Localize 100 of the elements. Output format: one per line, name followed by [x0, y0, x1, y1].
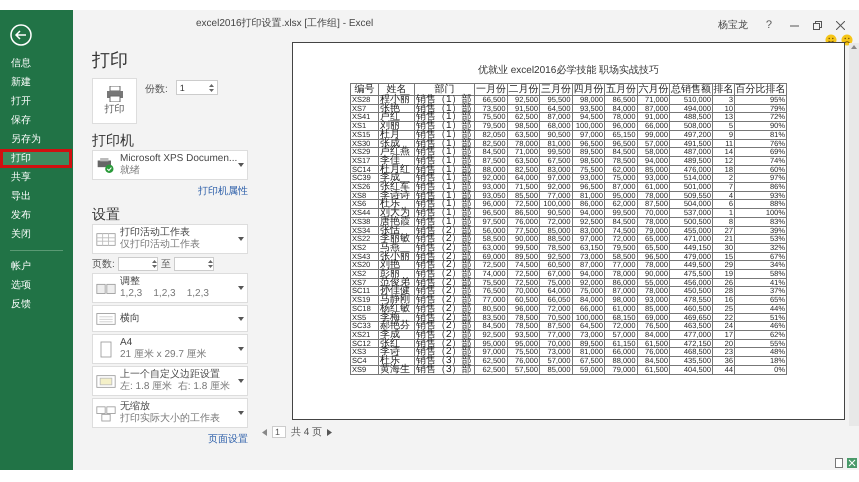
sidebar-item[interactable]: 共享	[0, 168, 73, 187]
sidebar-item[interactable]: 新建	[0, 73, 73, 92]
caret-icon	[238, 163, 244, 167]
setting-dropdown[interactable]: 无缩放 打印实际大小的工作表	[92, 398, 248, 428]
page-count: 共 4 页	[291, 426, 322, 439]
help-button[interactable]: ?	[762, 19, 776, 31]
sidebar-item[interactable]: 保存	[0, 111, 73, 130]
column-header: 一月份	[474, 84, 507, 96]
column-header: 编号	[350, 84, 378, 96]
window-title: excel2016打印设置.xlsx [工作组] - Excel	[196, 16, 374, 30]
page-from-field[interactable]	[118, 257, 158, 271]
table-cell: 张小丽	[378, 252, 414, 261]
setting-subtitle: 左: 1.8 厘米 右: 1.8 厘米	[120, 381, 232, 393]
column-header: 排名	[712, 84, 734, 96]
table-cell: 销售（1）部	[414, 217, 474, 226]
table-cell: 销售（1）部	[414, 174, 474, 183]
table-cell: 销售（2）部	[414, 278, 474, 287]
table-cell: 杜月红	[378, 165, 414, 174]
zoom-to-page-icon[interactable]	[847, 458, 857, 468]
sidebar-item[interactable]: 打开	[0, 92, 73, 111]
table-cell: 杨红敏	[378, 304, 414, 314]
sidebar-item[interactable]: 打印	[0, 149, 72, 168]
table-cell: 销售（1）部	[414, 112, 474, 122]
sidebar-item[interactable]: 关闭	[0, 225, 73, 244]
page-to-field[interactable]	[174, 257, 214, 271]
copies-label: 份数:	[145, 83, 168, 97]
print-button[interactable]: 打印	[92, 78, 137, 124]
setting-title: 横向	[120, 312, 141, 324]
setting-subtitle: 21 厘米 x 29.7 厘米	[120, 349, 208, 361]
landscape-page-icon	[96, 310, 116, 327]
table-cell: 唐艳霞	[378, 217, 414, 226]
user-name[interactable]: 杨宝龙	[718, 18, 748, 32]
sidebar-item[interactable]: 发布	[0, 206, 73, 225]
table-cell: 销售（1）部	[414, 130, 474, 140]
table-cell: 销售（1）部	[414, 200, 474, 209]
to-label: 至	[160, 258, 171, 271]
printer-properties-link[interactable]: 打印机属性	[198, 184, 248, 198]
table-cell: 销售（1）部	[414, 191, 474, 200]
column-header: 三月份	[540, 84, 572, 96]
sidebar-item[interactable]: 导出	[0, 187, 73, 206]
page-number-field[interactable]: 1	[272, 426, 286, 438]
table-cell: 销售（1）部	[414, 208, 474, 218]
table-cell: 销售（2）部	[414, 304, 474, 314]
column-header: 四月份	[572, 84, 604, 96]
table-cell: 销售（2）部	[414, 226, 474, 235]
table-cell: 卢红	[378, 112, 414, 122]
close-icon[interactable]	[836, 20, 845, 30]
sidebar-item[interactable]: 信息	[0, 54, 73, 73]
printer-heading: 打印机	[92, 132, 135, 148]
table-cell: 销售（1）部	[414, 148, 474, 156]
setting-dropdown[interactable]: 调整 1,2,3 1,2,3 1,2,3	[92, 273, 248, 303]
restore-icon[interactable]	[813, 20, 822, 30]
setting-dropdown[interactable]: 横向	[92, 305, 248, 332]
spinner-icon	[152, 259, 157, 269]
sidebar-item[interactable]: 帐户	[0, 257, 73, 276]
table-cell: 范俊弟	[378, 278, 414, 287]
table-cell: 李成	[378, 330, 414, 340]
table-cell: 销售（1）部	[414, 139, 474, 148]
table-cell: 销售（1）部	[414, 122, 474, 130]
table-cell: 杜乐	[378, 356, 414, 366]
setting-subtitle: 1,2,3 1,2,3 1,2,3	[120, 288, 210, 300]
setting-subtitle: 打印实际大小的工作表	[120, 413, 221, 425]
copies-field[interactable]: 1	[176, 80, 218, 95]
sheet-icon	[96, 230, 116, 248]
caret-icon	[238, 411, 244, 415]
sidebar-item[interactable]: 另存为	[0, 130, 73, 149]
setting-title: 调整	[120, 276, 141, 288]
table-cell: 刘艳	[378, 260, 414, 270]
setting-title: 上一个自定义边距设置	[120, 369, 221, 380]
spinner-icon	[208, 259, 213, 269]
column-header: 六月份	[637, 84, 670, 96]
show-margins-icon[interactable]	[834, 458, 844, 468]
setting-dropdown[interactable]: 上一个自定义边距设置 左: 1.8 厘米 右: 1.8 厘米	[92, 366, 248, 396]
table-cell: 销售（2）部	[414, 296, 474, 304]
setting-dropdown[interactable]: 打印活动工作表 仅打印活动工作表	[92, 224, 248, 254]
caret-icon	[238, 237, 244, 241]
column-header: 五月份	[604, 84, 637, 96]
table-cell: 销售（1）部	[414, 156, 474, 166]
setting-title: 打印活动工作表	[120, 227, 191, 238]
pages-label: 页数:	[92, 258, 115, 271]
previous-page-icon[interactable]	[262, 428, 267, 436]
sidebar-item[interactable]: 反馈	[0, 295, 73, 314]
caret-icon	[238, 347, 244, 351]
printer-dropdown[interactable]: Microsoft XPS Documen... 就绪	[92, 150, 248, 180]
table-cell: 刘大为	[378, 208, 414, 218]
caret-icon	[238, 286, 244, 290]
sidebar-item[interactable]: 选项	[0, 276, 73, 295]
table-cell: 程小丽	[378, 96, 414, 104]
scrollbar[interactable]	[849, 43, 859, 426]
table-cell: 李佳	[378, 156, 414, 166]
table-cell: 李诗	[378, 348, 414, 357]
page-setup-link[interactable]: 页面设置	[208, 432, 248, 446]
setting-dropdown[interactable]: A4 21 厘米 x 29.7 厘米	[92, 334, 248, 364]
caret-icon	[238, 316, 244, 320]
table-cell: 张红	[378, 339, 414, 348]
back-icon[interactable]	[10, 24, 32, 46]
table-cell: 李丽敏	[378, 234, 414, 244]
next-page-icon[interactable]	[327, 428, 332, 436]
setting-subtitle: 仅打印活动工作表	[120, 239, 201, 251]
spinner-icon	[208, 82, 214, 92]
